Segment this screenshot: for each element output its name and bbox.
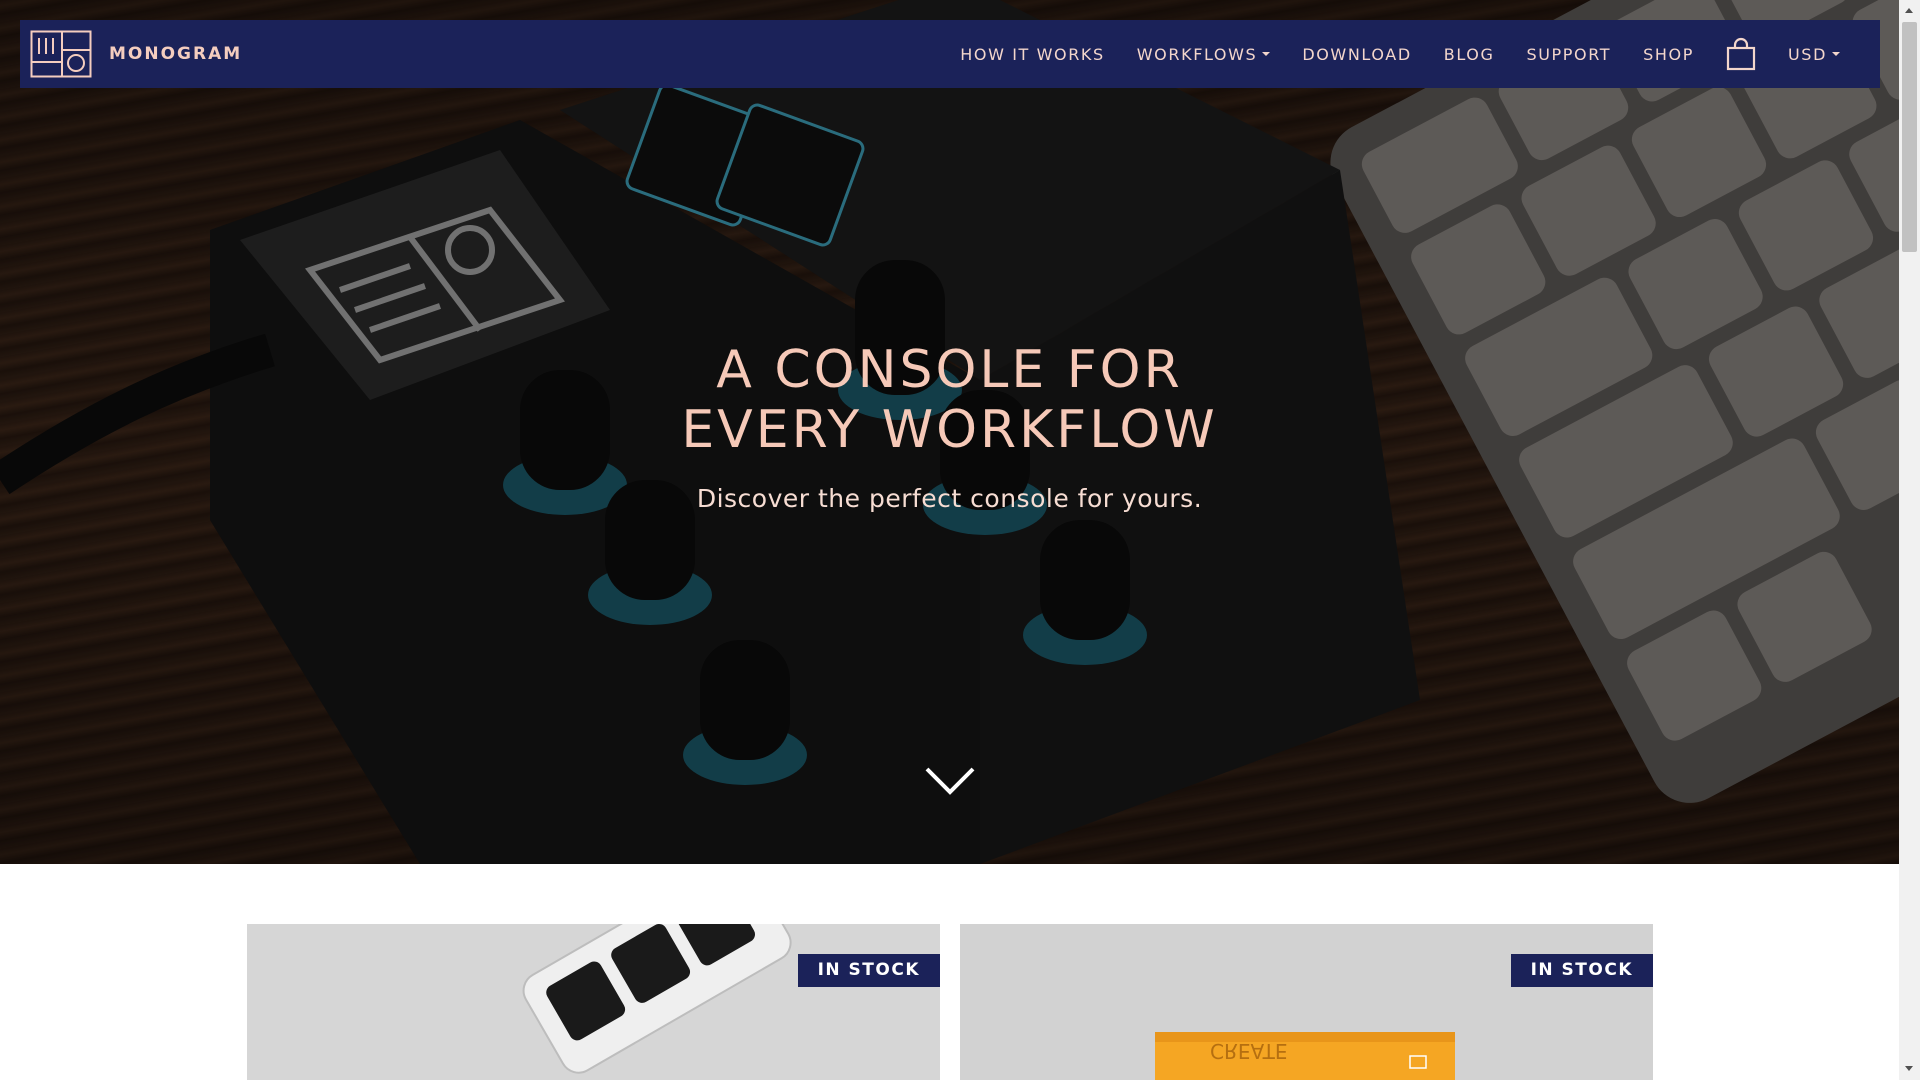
monogram-logo-icon bbox=[30, 30, 92, 78]
scrollbar-thumb[interactable] bbox=[1902, 22, 1917, 252]
caret-down-icon bbox=[1832, 52, 1840, 56]
nav-workflows-dropdown[interactable]: WORKFLOWS bbox=[1137, 45, 1271, 64]
hero-title-line-1: A CONSOLE FOR bbox=[716, 340, 1183, 400]
shopping-bag-icon[interactable] bbox=[1726, 37, 1756, 71]
nav-blog-label: BLOG bbox=[1443, 44, 1495, 64]
nav-shop[interactable]: SHOP bbox=[1643, 45, 1694, 64]
brand-name: MONOGRAM bbox=[109, 44, 243, 64]
page-scrollbar[interactable] bbox=[1899, 0, 1920, 1080]
nav-support-label: SUPPORT bbox=[1526, 44, 1612, 64]
stock-badge: IN STOCK bbox=[797, 954, 940, 987]
scroll-up-arrow-icon[interactable] bbox=[1905, 8, 1913, 13]
nav-menu: HOW IT WORKS WORKFLOWS DOWNLOAD BLOG SUP… bbox=[928, 20, 1840, 88]
nav-workflows-label: WORKFLOWS bbox=[1136, 44, 1258, 64]
chevron-down-icon[interactable] bbox=[924, 765, 976, 797]
scroll-down-arrow-icon[interactable] bbox=[1905, 1066, 1913, 1071]
product-image-box: CREATE bbox=[1155, 1032, 1455, 1080]
svg-text:CREATE: CREATE bbox=[1210, 1039, 1287, 1063]
brand-logo[interactable]: MONOGRAM bbox=[30, 30, 242, 78]
nav-how-it-works[interactable]: HOW IT WORKS bbox=[960, 45, 1105, 64]
product-card[interactable]: CREATE IN STOCK bbox=[960, 924, 1653, 1080]
top-navbar: MONOGRAM HOW IT WORKS WORKFLOWS DOWNLOAD… bbox=[20, 20, 1880, 88]
nav-shop-label: SHOP bbox=[1643, 44, 1694, 64]
nav-download-label: DOWNLOAD bbox=[1302, 44, 1412, 64]
nav-how-it-works-label: HOW IT WORKS bbox=[960, 44, 1105, 64]
nav-download[interactable]: DOWNLOAD bbox=[1302, 45, 1411, 64]
currency-selector[interactable]: USD bbox=[1788, 45, 1840, 64]
currency-label: USD bbox=[1788, 44, 1827, 64]
stock-badge: IN STOCK bbox=[1510, 954, 1653, 987]
nav-support[interactable]: SUPPORT bbox=[1526, 45, 1611, 64]
nav-blog[interactable]: BLOG bbox=[1444, 45, 1495, 64]
product-card[interactable]: IN STOCK bbox=[247, 924, 940, 1080]
hero-title-line-2: EVERY WORKFLOW bbox=[681, 400, 1218, 460]
hero-subtitle: Discover the perfect console for yours. bbox=[696, 484, 1203, 513]
hero-title: A CONSOLE FOR EVERY WORKFLOW bbox=[0, 340, 1899, 460]
caret-down-icon bbox=[1262, 52, 1271, 56]
product-image-console bbox=[522, 924, 792, 1074]
hero-section: A CONSOLE FOR EVERY WORKFLOW Discover th… bbox=[0, 0, 1899, 864]
